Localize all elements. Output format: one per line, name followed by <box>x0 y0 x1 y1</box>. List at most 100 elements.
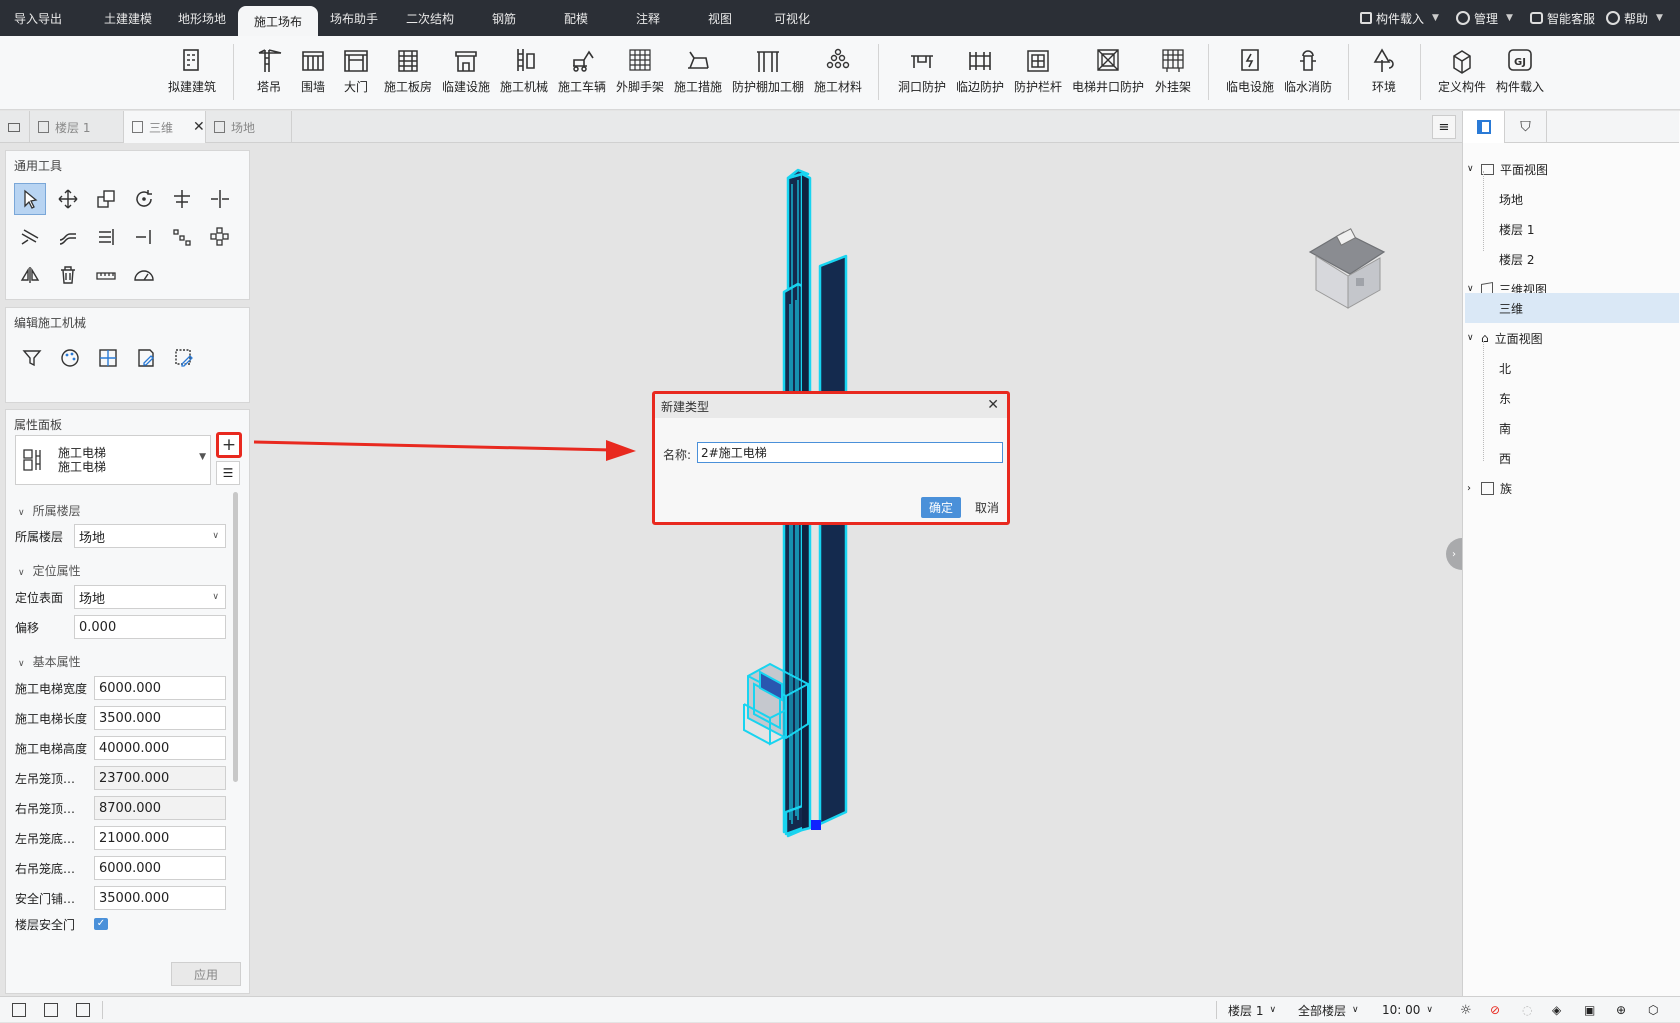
tab-3d[interactable]: 三维 ✕ <box>124 111 206 143</box>
edit-properties-tool[interactable] <box>130 342 162 374</box>
tree-item-site[interactable]: 场地 <box>1499 184 1523 214</box>
tree-item-south[interactable]: 南 <box>1499 413 1511 443</box>
surface-select[interactable]: 场地 ∨ <box>74 585 226 609</box>
align-tool[interactable] <box>166 183 198 215</box>
tree-item-floor-1[interactable]: 楼层 1 <box>1499 214 1534 244</box>
temp-water-fire-button[interactable]: 临水消防 <box>1276 46 1340 95</box>
define-component-button[interactable]: 定义构件 <box>1430 46 1494 95</box>
manage-menu[interactable]: 管理 ▼ <box>1456 0 1513 36</box>
3d-viewport[interactable]: › <box>250 144 1462 996</box>
prop-input[interactable]: 23700.000 <box>94 766 226 790</box>
all-floors-selector[interactable]: 全部楼层 ∨ <box>1298 997 1359 1023</box>
rotate-tool[interactable] <box>128 183 160 215</box>
angle-tool[interactable] <box>128 259 160 291</box>
close-icon[interactable]: ✕ <box>987 397 999 413</box>
mirror-tool[interactable] <box>14 259 46 291</box>
layout-split-button[interactable] <box>44 997 58 1023</box>
tree-plan-views[interactable]: ∨ 平面视图 <box>1467 154 1548 184</box>
safety-gate-checkbox[interactable]: ✓ <box>94 918 108 930</box>
tree-item-floor-2[interactable]: 楼层 2 <box>1499 244 1534 274</box>
prop-input[interactable]: 21000.000 <box>94 826 226 850</box>
tab-floor-1[interactable]: 楼层 1 <box>30 111 124 143</box>
material-button[interactable]: 施工材料 <box>806 46 870 95</box>
copy-tool[interactable] <box>90 183 122 215</box>
filter-tool[interactable] <box>16 342 48 374</box>
section-floor[interactable]: ∨ 所属楼层 <box>18 502 81 519</box>
apply-button[interactable]: 应用 <box>171 962 241 986</box>
ok-button[interactable]: 确定 <box>921 497 961 518</box>
component-load-menu[interactable]: 构件载入 ▼ <box>1360 0 1439 36</box>
grid-array-tool[interactable] <box>204 221 236 253</box>
layout-grid-button[interactable] <box>76 997 90 1023</box>
layout-single-button[interactable] <box>12 997 26 1023</box>
environment-button[interactable]: 环境 <box>1356 46 1412 95</box>
screenshot-button[interactable]: ▣ <box>1584 997 1595 1023</box>
cancel-button[interactable]: 取消 <box>967 497 1007 518</box>
prop-input[interactable]: 8700.000 <box>94 796 226 820</box>
move-tool[interactable] <box>52 183 84 215</box>
tree-item-3d[interactable]: 三维 <box>1499 293 1523 323</box>
batch-edit-tool[interactable] <box>168 342 200 374</box>
guardrail-button[interactable]: 防护栏杆 <box>1006 46 1070 95</box>
tree-elevation-views[interactable]: ∨ ⌂ 立面视图 <box>1467 323 1543 353</box>
section-basic[interactable]: ∨ 基本属性 <box>18 653 81 670</box>
type-settings-button[interactable]: ☰ <box>216 461 240 485</box>
tab-layout-assistant[interactable]: 场布助手 <box>318 0 390 36</box>
tab-civil-modeling[interactable]: 土建建模 <box>90 0 166 36</box>
texture-tool[interactable] <box>92 342 124 374</box>
light-button[interactable]: ◌ <box>1522 997 1532 1023</box>
break-tool[interactable] <box>128 221 160 253</box>
construction-machine-button[interactable]: 施工机械 <box>492 46 556 95</box>
time-selector[interactable]: 10: 00 ∨ <box>1382 997 1433 1023</box>
temp-electric-button[interactable]: 临电设施 <box>1218 46 1282 95</box>
prop-input[interactable]: 6000.000 <box>94 676 226 700</box>
tab-visualization[interactable]: 可视化 <box>762 0 822 36</box>
tree-item-east[interactable]: 东 <box>1499 383 1511 413</box>
offset-input[interactable]: 0.000 <box>74 615 226 639</box>
tab-rebar[interactable]: 钢筋 <box>476 0 532 36</box>
tab-annotation[interactable]: 注释 <box>620 0 676 36</box>
tree-item-north[interactable]: 北 <box>1499 353 1511 383</box>
close-icon[interactable]: ✕ <box>193 119 205 135</box>
tab-site[interactable]: 场地 <box>206 111 292 143</box>
tab-site-layout[interactable]: 施工场布 <box>238 6 318 36</box>
tab-view[interactable]: 视图 <box>692 0 748 36</box>
array-tool[interactable] <box>166 221 198 253</box>
floor-selector[interactable]: 楼层 1 ∨ <box>1228 997 1276 1023</box>
zoom-fit-button[interactable]: ⊕ <box>1616 997 1626 1023</box>
render-button[interactable]: ◈ <box>1552 997 1561 1023</box>
type-name-input[interactable]: 2#施工电梯 <box>697 442 1003 463</box>
elevator-shaft-protection-button[interactable]: 电梯井口防护 <box>1070 46 1146 95</box>
material-palette-tool[interactable] <box>54 342 86 374</box>
tab-list-menu-button[interactable]: ≡ <box>1432 115 1456 139</box>
scaffold-button[interactable]: 外脚手架 <box>608 46 672 95</box>
tree-item-west[interactable]: 西 <box>1499 443 1511 473</box>
temp-facility-button[interactable]: 临建设施 <box>434 46 498 95</box>
construction-measure-button[interactable]: 施工措施 <box>666 46 730 95</box>
trim-tool[interactable] <box>90 221 122 253</box>
delete-tool[interactable] <box>52 259 84 291</box>
split-tool[interactable] <box>204 183 236 215</box>
browser-tab[interactable] <box>1463 111 1505 143</box>
extend-tool[interactable] <box>52 221 84 253</box>
prop-input[interactable]: 35000.000 <box>94 886 226 910</box>
opening-protection-button[interactable]: 洞口防护 <box>890 46 954 95</box>
sun-button[interactable]: ☼ <box>1460 997 1472 1023</box>
filter-tab[interactable]: ⛉ <box>1505 111 1547 143</box>
tab-formwork[interactable]: 配模 <box>548 0 604 36</box>
tab-import-export[interactable]: 导入导出 <box>0 0 76 36</box>
offset-tool[interactable] <box>14 221 46 253</box>
edge-protection-button[interactable]: 临边防护 <box>948 46 1012 95</box>
properties-scrollbar[interactable] <box>233 492 238 782</box>
view-toggle-button[interactable] <box>0 111 30 143</box>
help-button[interactable]: 帮助 ▼ <box>1606 0 1663 36</box>
select-tool[interactable] <box>14 183 46 215</box>
tab-secondary-structure[interactable]: 二次结构 <box>392 0 468 36</box>
cube-view-button[interactable]: ⬡ <box>1648 997 1658 1023</box>
measure-tool[interactable] <box>90 259 122 291</box>
protective-shed-button[interactable]: 防护棚加工棚 <box>730 46 806 95</box>
component-load-button[interactable]: GJ 构件载入 <box>1488 46 1552 95</box>
component-type-selector[interactable]: 施工电梯 施工电梯 ▼ <box>15 435 211 485</box>
shadow-button[interactable]: ⊘ <box>1490 997 1500 1023</box>
prop-input[interactable]: 3500.000 <box>94 706 226 730</box>
